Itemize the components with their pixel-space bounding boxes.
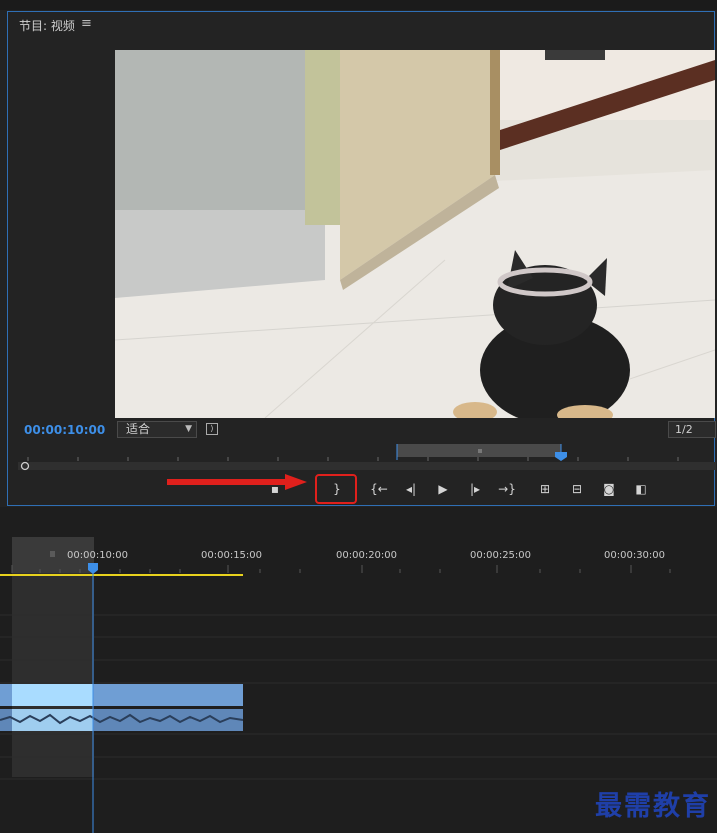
go-to-in-icon[interactable]: {← bbox=[368, 478, 390, 500]
monitor-time-ruler[interactable] bbox=[18, 444, 716, 472]
playhead-timecode[interactable]: 00:00:10:00 bbox=[24, 423, 105, 437]
zoom-fit-select[interactable]: 适合 ▼ bbox=[117, 421, 197, 438]
step-forward-icon[interactable]: |▸ bbox=[464, 478, 486, 500]
extract-icon[interactable]: ⊟ bbox=[566, 478, 588, 500]
transport-controls: ▪ } {← ◂| ▶ |▸ →} ⊞ ⊟ ◙ ◧ bbox=[8, 474, 716, 504]
zoom-fit-label: 适合 bbox=[126, 422, 151, 436]
ruler-label: 00:00:20:00 bbox=[336, 550, 398, 561]
compare-view-icon[interactable]: ◧ bbox=[630, 478, 652, 500]
settings-icon[interactable]: ⟩ bbox=[206, 423, 218, 435]
ruler-label: 00:00:30:00 bbox=[604, 550, 666, 561]
mark-out-highlight bbox=[315, 474, 357, 504]
video-frame-image bbox=[115, 50, 715, 418]
video-preview bbox=[115, 50, 715, 418]
ruler-label: 00:00:25:00 bbox=[470, 550, 532, 561]
panel-title[interactable]: 节目: 视频 bbox=[19, 17, 75, 34]
ruler-label: 00:00:15:00 bbox=[201, 550, 263, 561]
playback-resolution-select[interactable]: 1/2 bbox=[668, 421, 716, 438]
step-back-icon[interactable]: ◂| bbox=[400, 478, 422, 500]
program-monitor-panel: 节目: 视频 ≡ 00:00:10:00 适合 ▼ ⟩ 1/2 ▪} {← ◂… bbox=[7, 11, 716, 506]
chevron-down-icon: ▼ bbox=[185, 424, 192, 434]
export-frame-icon[interactable]: ◙ bbox=[598, 478, 620, 500]
lift-icon[interactable]: ⊞ bbox=[534, 478, 556, 500]
red-arrow-annotation bbox=[167, 474, 307, 490]
panel-menu-icon[interactable]: ≡ bbox=[81, 16, 92, 31]
go-to-out-icon[interactable]: →} bbox=[496, 478, 518, 500]
watermark: 最需教育 bbox=[595, 791, 711, 822]
top-strip bbox=[0, 0, 717, 10]
play-icon[interactable]: ▶ bbox=[432, 478, 454, 500]
ruler-label: 00:00:10:00 bbox=[67, 550, 129, 561]
